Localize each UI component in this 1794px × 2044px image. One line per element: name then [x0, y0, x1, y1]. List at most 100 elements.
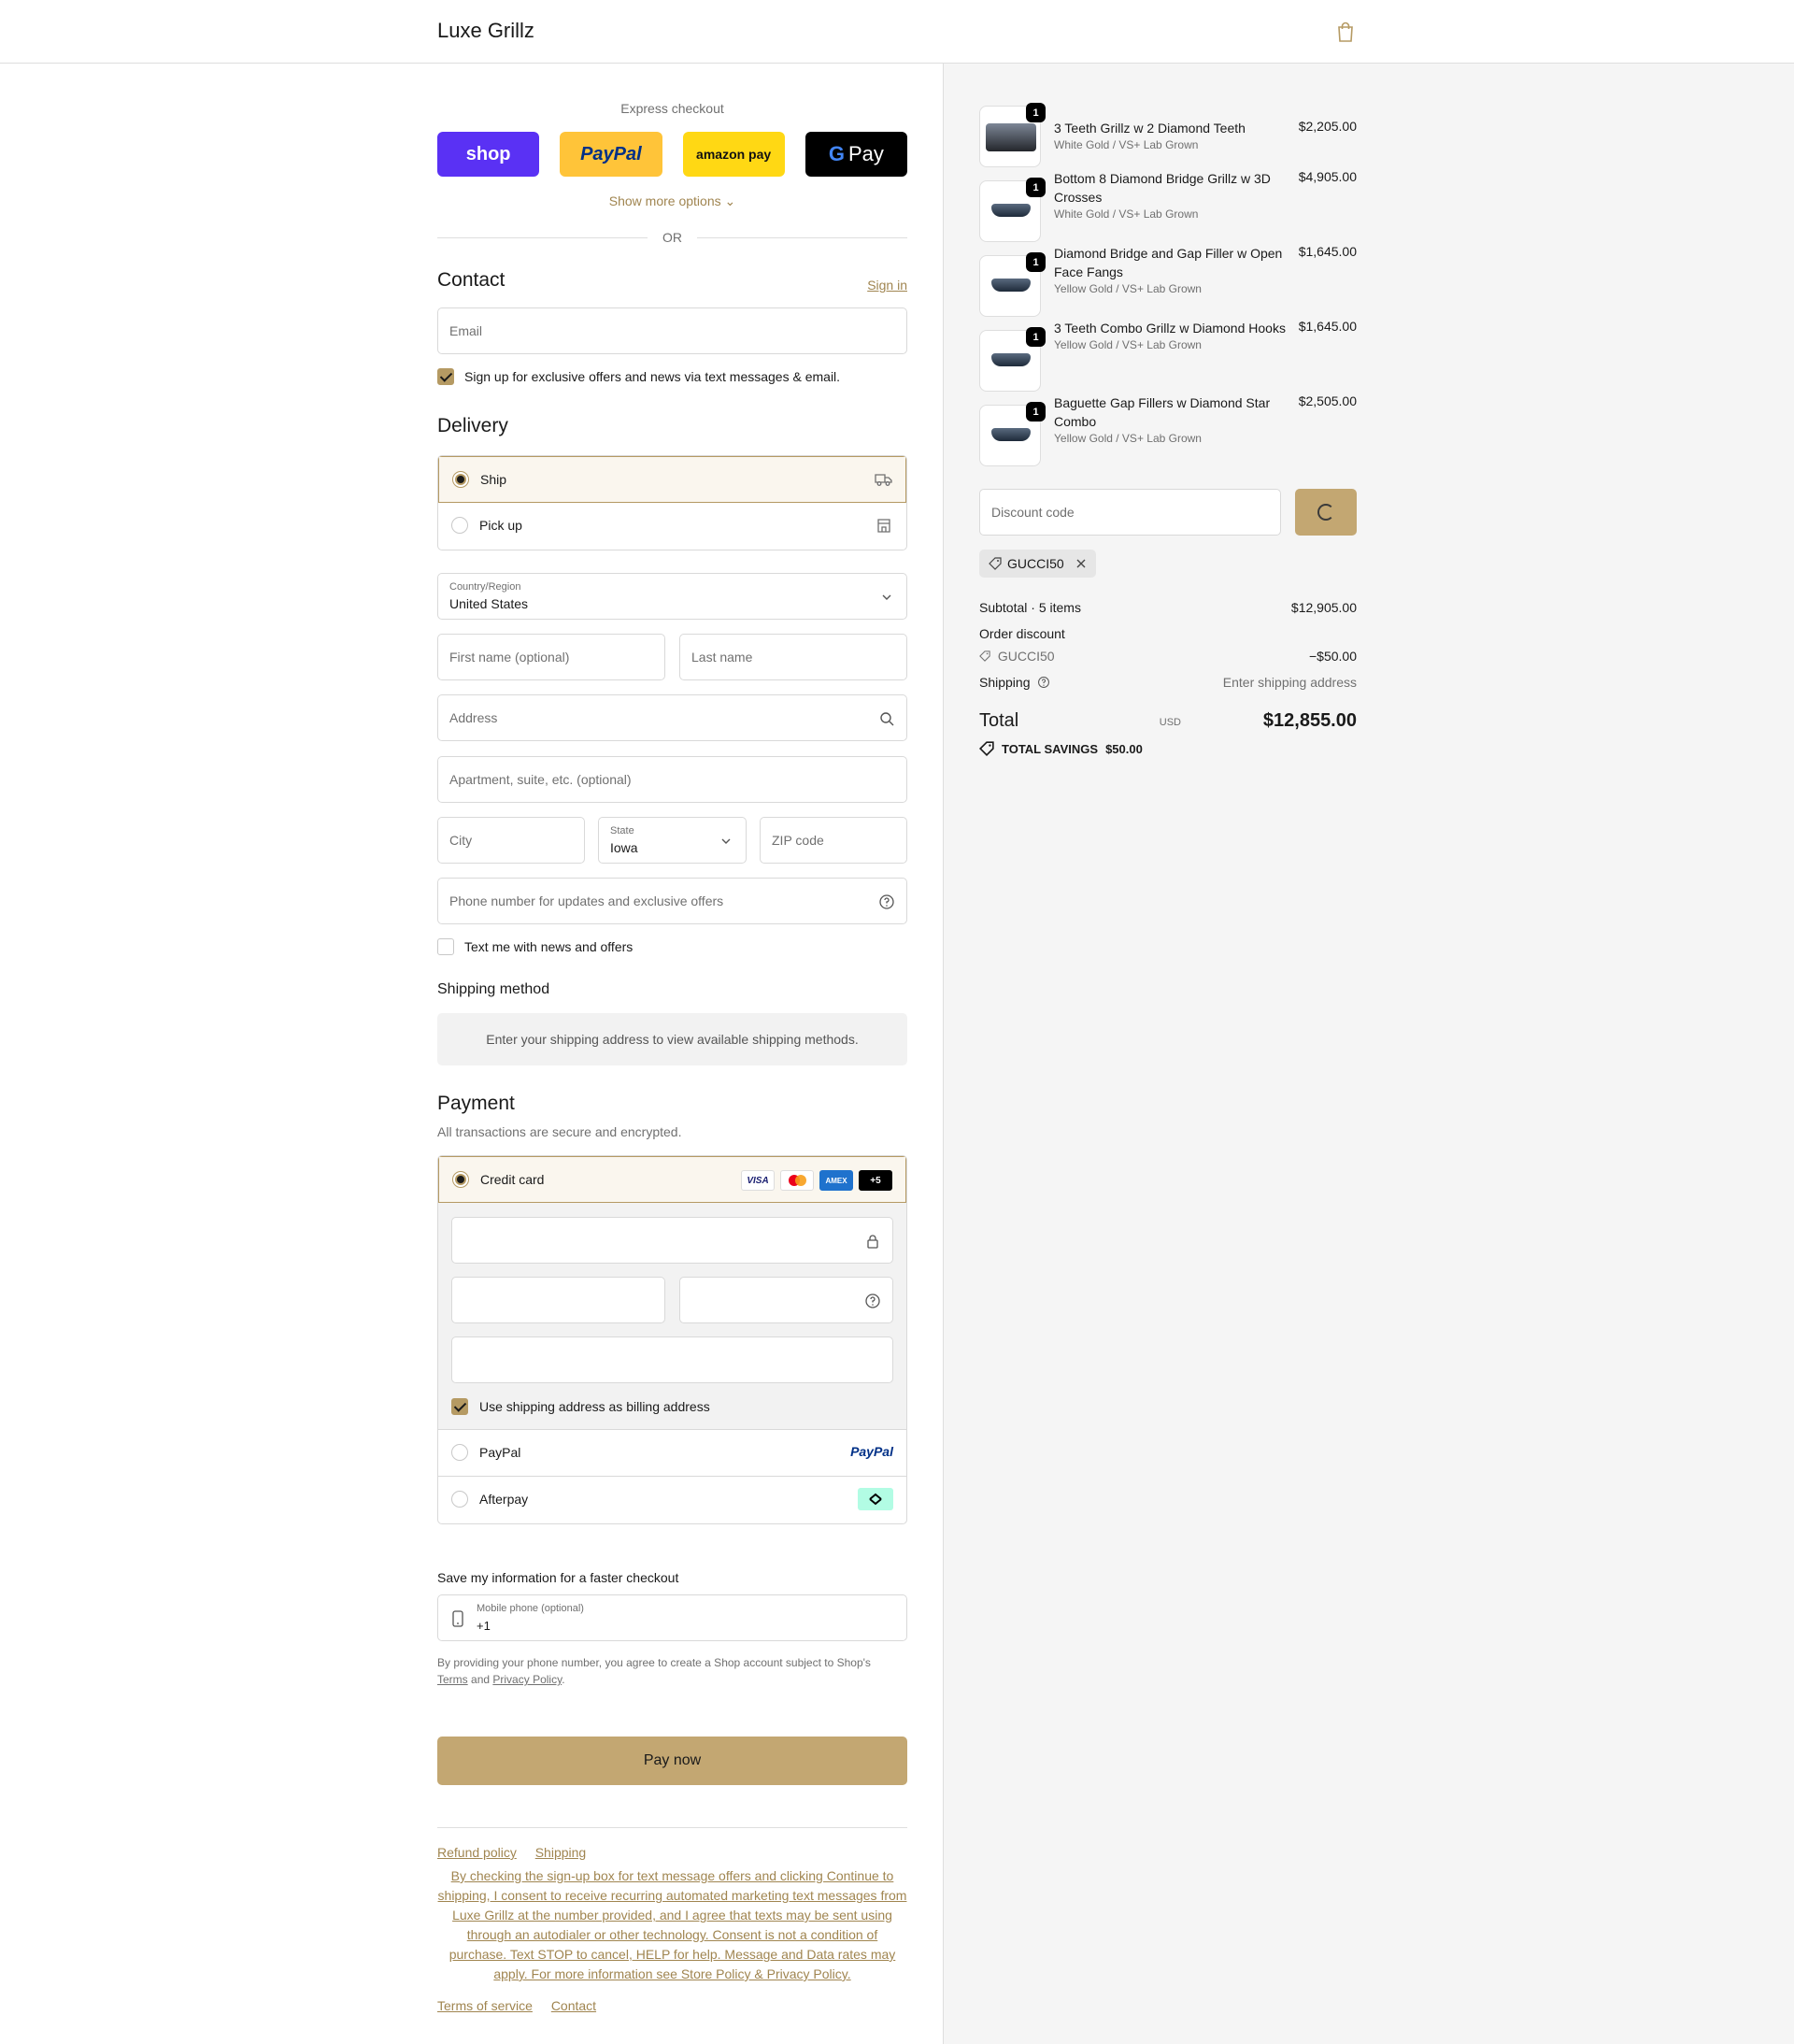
google-pay-button[interactable]: G Pay — [804, 132, 907, 177]
credit-card-radio[interactable] — [452, 1171, 469, 1188]
mobile-phone-field[interactable]: Mobile phone (optional) +1 — [437, 1594, 907, 1641]
text-me-checkbox[interactable] — [437, 938, 454, 955]
shipping-method-info: Enter your shipping address to view avai… — [437, 1013, 907, 1065]
amazon-pay-button[interactable]: amazon pay — [682, 132, 785, 177]
paypal-button[interactable]: PayPal — [560, 132, 662, 177]
product-price: $2,505.00 — [1298, 393, 1357, 408]
shop-disclaimer: By providing your phone number, you agre… — [437, 1654, 907, 1688]
refund-policy-link[interactable]: Refund policy — [437, 1845, 517, 1860]
subtotal-label: Subtotal · 5 items — [979, 600, 1081, 615]
more-cards-badge: +5 — [859, 1170, 892, 1191]
afterpay-option[interactable]: Afterpay — [438, 1477, 906, 1523]
discount-code-field[interactable]: Discount code — [979, 489, 1281, 536]
shipping-policy-link[interactable]: Shipping — [535, 1845, 587, 1860]
store-name[interactable]: Luxe Grillz — [437, 19, 534, 43]
mobile-phone-value: +1 — [477, 1619, 491, 1633]
product-variant: Yellow Gold / VS+ Lab Grown — [1054, 338, 1202, 351]
search-icon — [880, 712, 894, 726]
zip-field[interactable]: ZIP code — [760, 817, 907, 864]
country-select[interactable]: Country/Region United States — [437, 573, 907, 620]
help-circle-icon[interactable] — [878, 893, 895, 910]
last-name-field[interactable]: Last name — [679, 634, 907, 680]
loading-spinner-icon — [1317, 504, 1334, 521]
disclaimer-and: and — [471, 1673, 491, 1686]
payment-options: Credit card VISA AMEX +5 Use shipping ad… — [437, 1155, 907, 1524]
pay-now-button[interactable]: Pay now — [437, 1737, 907, 1785]
expiration-field[interactable] — [451, 1277, 665, 1323]
product-name: Bottom 8 Diamond Bridge Grillz w 3D Cros… — [1054, 171, 1271, 205]
phone-placeholder: Phone number for updates and exclusive o… — [449, 893, 724, 908]
applied-code-label: GUCCI50 — [1007, 556, 1064, 571]
product-name: 3 Teeth Combo Grillz w Diamond Hooks — [1054, 321, 1286, 336]
disclaimer-period: . — [562, 1673, 565, 1686]
show-more-options-link[interactable]: Show more options ⌄ — [437, 193, 907, 209]
credit-card-label: Credit card — [480, 1172, 545, 1187]
card-logos: VISA AMEX +5 — [741, 1170, 892, 1191]
paypal-logo: PayPal — [850, 1444, 893, 1459]
security-code-field[interactable] — [679, 1277, 893, 1323]
privacy-policy-link[interactable]: Privacy Policy — [492, 1673, 562, 1686]
footer-links-bottom: Terms of service Contact — [437, 1998, 611, 2013]
visa-icon: VISA — [741, 1170, 775, 1191]
text-me-label: Text me with news and offers — [464, 939, 634, 954]
email-placeholder: Email — [449, 323, 483, 338]
phone-field[interactable]: Phone number for updates and exclusive o… — [437, 878, 907, 924]
payment-subtitle: All transactions are secure and encrypte… — [437, 1124, 682, 1139]
paypal-radio[interactable] — [451, 1444, 468, 1461]
terms-of-service-link[interactable]: Terms of service — [437, 1998, 533, 2013]
card-number-field[interactable] — [451, 1217, 893, 1264]
apply-discount-button[interactable] — [1295, 489, 1357, 536]
delivery-options: Ship Pick up — [437, 455, 907, 550]
discount-value: −$50.00 — [1309, 649, 1357, 664]
shop-pay-button[interactable]: shop — [437, 132, 540, 177]
last-name-placeholder: Last name — [691, 650, 753, 665]
help-circle-icon[interactable] — [864, 1293, 881, 1309]
sign-in-link[interactable]: Sign in — [867, 278, 907, 293]
terms-link[interactable]: Terms — [437, 1673, 468, 1686]
ship-option[interactable]: Ship — [438, 456, 906, 503]
shopping-bag-icon[interactable] — [1336, 21, 1355, 43]
shipping-method-heading: Shipping method — [437, 981, 550, 997]
email-field[interactable]: Email — [437, 307, 907, 354]
sms-consent-text[interactable]: By checking the sign-up box for text mes… — [437, 1866, 907, 1984]
city-field[interactable]: City — [437, 817, 585, 864]
billing-checkbox[interactable] — [451, 1398, 468, 1415]
cart-item: 1 3 Teeth Combo Grillz w Diamond Hooks Ye… — [979, 319, 1357, 392]
afterpay-radio[interactable] — [451, 1491, 468, 1508]
help-circle-icon[interactable] — [1037, 676, 1050, 689]
paypal-option[interactable]: PayPal PayPal — [438, 1430, 906, 1477]
country-value: United States — [449, 596, 529, 611]
product-variant: White Gold / VS+ Lab Grown — [1054, 207, 1199, 221]
cart-item: 1 Baguette Gap Fillers w Diamond Star Co… — [979, 393, 1357, 466]
chevron-down-icon — [721, 838, 731, 844]
country-label: Country/Region — [449, 581, 521, 593]
product-name: Baguette Gap Fillers w Diamond Star Comb… — [1054, 395, 1271, 429]
signup-checkbox[interactable] — [437, 368, 454, 385]
product-price: $1,645.00 — [1298, 244, 1357, 259]
product-variant: Yellow Gold / VS+ Lab Grown — [1054, 282, 1202, 295]
pickup-radio[interactable] — [451, 517, 468, 534]
state-value: Iowa — [610, 840, 638, 855]
product-price: $2,205.00 — [1298, 119, 1357, 134]
google-pay-label: Pay — [847, 142, 884, 165]
close-icon[interactable] — [1075, 558, 1087, 569]
first-name-field[interactable]: First name (optional) — [437, 634, 665, 680]
quantity-badge: 1 — [1026, 402, 1046, 422]
product-thumbnail: 1 — [979, 402, 1046, 466]
state-select[interactable]: State Iowa — [598, 817, 747, 864]
address-placeholder: Address — [449, 710, 498, 725]
name-on-card-field[interactable] — [451, 1336, 893, 1383]
ship-label: Ship — [480, 472, 507, 487]
address-field[interactable]: Address — [437, 694, 907, 741]
or-divider: OR — [437, 228, 907, 247]
disclaimer-text: By providing your phone number, you agre… — [437, 1656, 871, 1669]
apartment-field[interactable]: Apartment, suite, etc. (optional) — [437, 756, 907, 803]
product-thumbnail: 1 — [979, 252, 1046, 317]
contact-link[interactable]: Contact — [551, 1998, 596, 2013]
chevron-down-icon — [882, 594, 891, 600]
ship-radio[interactable] — [452, 471, 469, 488]
pickup-option[interactable]: Pick up — [438, 503, 906, 550]
amex-icon: AMEX — [819, 1170, 853, 1191]
payment-heading: Payment — [437, 1093, 515, 1114]
credit-card-option[interactable]: Credit card VISA AMEX +5 — [438, 1156, 906, 1203]
